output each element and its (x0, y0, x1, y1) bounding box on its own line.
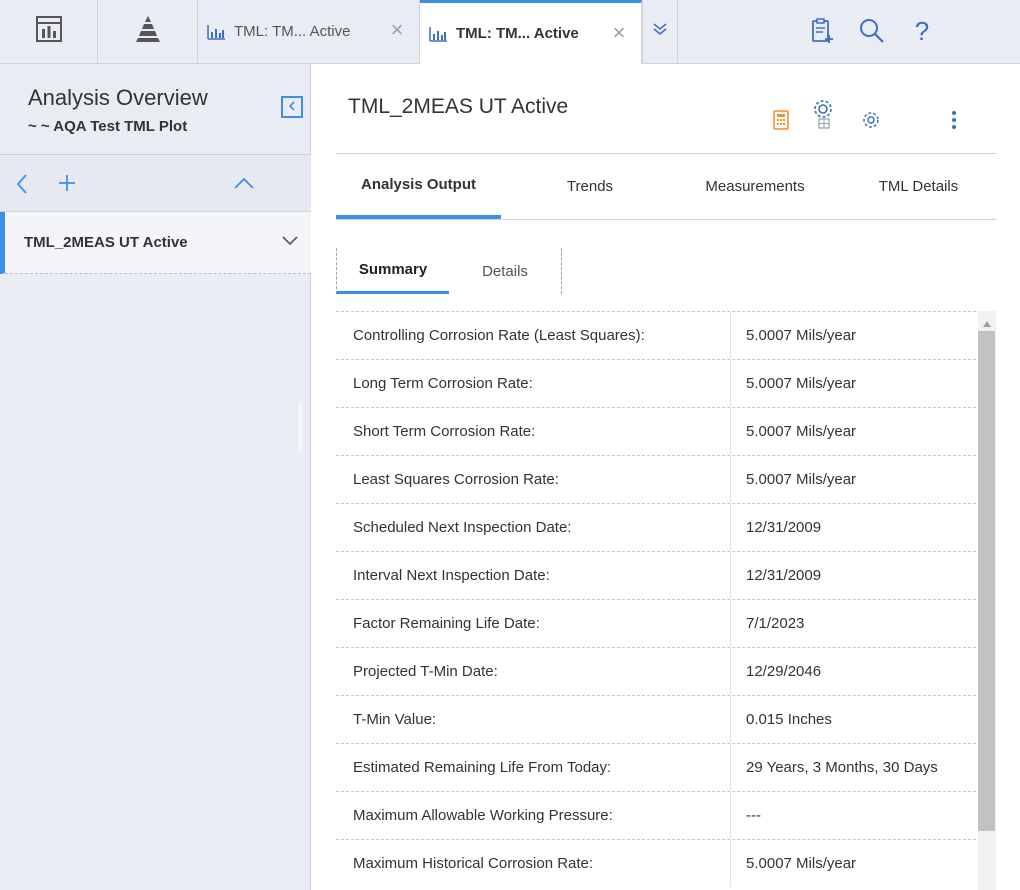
dashboard-icon (35, 15, 63, 48)
top-bar: TML: TM... Active × TML: TM... Active × … (0, 0, 1020, 64)
row-value: 5.0007 Mils/year (746, 855, 857, 872)
sidebar-title: Analysis Overview (28, 85, 208, 110)
add-icon[interactable] (57, 173, 77, 198)
tab-label: TML: TM... Active (456, 25, 579, 42)
column-divider (730, 840, 731, 887)
double-chevron-down-icon (652, 21, 668, 42)
search-icon[interactable] (858, 16, 886, 46)
row-label: Maximum Historical Corrosion Rate: (353, 855, 594, 872)
column-divider (730, 648, 731, 695)
table-row: Maximum Historical Corrosion Rate: 5.0007… (336, 839, 976, 887)
row-value: 12/29/2046 (746, 663, 822, 680)
chevron-down-icon[interactable] (281, 234, 301, 252)
column-divider (730, 312, 731, 359)
row-value: 0.015 Inches (746, 711, 832, 728)
scrollbar-thumb[interactable] (978, 331, 995, 831)
column-divider (730, 408, 731, 455)
tab-tml-1[interactable]: TML: TM... Active × (198, 0, 420, 63)
row-value: 5.0007 Mils/year (746, 471, 857, 488)
row-label: Interval Next Inspection Date: (353, 567, 550, 584)
tab-label: TML: TM... Active (234, 23, 351, 40)
calculator-icon[interactable] (772, 110, 790, 130)
collapse-panel-button[interactable] (281, 96, 303, 118)
row-value: 5.0007 Mils/year (746, 423, 857, 440)
page-title: TML_2MEAS UT Active (348, 95, 569, 118)
back-icon[interactable] (14, 173, 30, 200)
table-row: Least Squares Corrosion Rate: 5.0007 Mils… (336, 455, 976, 503)
scroll-up-arrow-icon[interactable] (981, 316, 993, 327)
apps-button[interactable] (98, 0, 198, 63)
table-row: Short Term Corrosion Rate: 5.0007 Mils/ye… (336, 407, 976, 455)
gear-icon[interactable] (862, 111, 880, 129)
help-icon[interactable]: ? (908, 16, 936, 46)
row-label: Least Squares Corrosion Rate: (353, 471, 559, 488)
row-value: 29 Years, 3 Months, 30 Days (746, 759, 938, 776)
close-icon[interactable]: × (387, 19, 407, 41)
sidebar-item-tml[interactable]: TML_2MEAS UT Active (0, 212, 311, 274)
row-value: 5.0007 Mils/year (746, 375, 857, 392)
table-row: Interval Next Inspection Date: 12/31/2009 (336, 551, 976, 599)
tab-overflow-button[interactable] (642, 0, 678, 63)
table-row: Projected T-Min Date: 12/29/2046 (336, 647, 976, 695)
column-divider (730, 792, 731, 839)
tab-tml-2[interactable]: TML: TM... Active × (420, 0, 642, 64)
table-row: Scheduled Next Inspection Date: 12/31/200… (336, 503, 976, 551)
table-row: Estimated Remaining Life From Today: 29 Y… (336, 743, 976, 791)
row-label: Projected T-Min Date: (353, 663, 498, 680)
tab-details[interactable]: Details (449, 248, 562, 294)
column-divider (730, 456, 731, 503)
summary-table: Controlling Corrosion Rate (Least Square… (336, 311, 976, 890)
row-value: 7/1/2023 (746, 615, 805, 632)
sidebar-toolbar (0, 154, 311, 212)
column-divider (730, 360, 731, 407)
sidebar-subtitle: ~ ~ AQA Test TML Plot (28, 118, 188, 135)
table-row: Controlling Corrosion Rate (Least Square… (336, 311, 976, 359)
row-value: 5.0007 Mils/year (746, 327, 857, 344)
left-panel: Analysis Overview ~ ~ AQA Test TML Plot … (0, 64, 311, 890)
table-row: Maximum Allowable Working Pressure: --- (336, 791, 976, 839)
tab-measurements[interactable]: Measurements (679, 154, 831, 219)
panel-resize-handle[interactable] (298, 403, 303, 451)
table-row: T-Min Value: 0.015 Inches (336, 695, 976, 743)
table-row: Long Term Corrosion Rate: 5.0007 Mils/yea… (336, 359, 976, 407)
row-value: 12/31/2009 (746, 519, 822, 536)
dashboard-button[interactable] (0, 0, 98, 63)
close-icon[interactable]: × (609, 22, 629, 44)
row-label: Controlling Corrosion Rate (Least Square… (353, 327, 645, 344)
column-divider (730, 600, 731, 647)
sidebar-item-label: TML_2MEAS UT Active (24, 234, 188, 251)
row-value: 12/31/2009 (746, 567, 822, 584)
chart-icon (206, 22, 226, 42)
column-divider (730, 696, 731, 743)
chevron-left-icon (287, 98, 297, 116)
row-label: Estimated Remaining Life From Today: (353, 759, 612, 776)
column-divider (730, 744, 731, 791)
tab-tml-details[interactable]: TML Details (831, 154, 1006, 219)
row-label: Short Term Corrosion Rate: (353, 423, 536, 440)
clipboard-add-icon[interactable] (808, 16, 836, 46)
main-tabs: Analysis Output Trends Measurements TML … (336, 154, 996, 220)
tab-analysis-output[interactable]: Analysis Output (336, 154, 501, 219)
chevron-up-icon[interactable] (233, 176, 255, 195)
tab-summary[interactable]: Summary (336, 248, 449, 294)
tab-trends[interactable]: Trends (501, 154, 679, 219)
pyramid-icon (133, 14, 163, 49)
more-options-icon[interactable] (948, 110, 960, 130)
row-label: T-Min Value: (353, 711, 437, 728)
row-value: --- (746, 807, 761, 824)
column-divider (730, 504, 731, 551)
row-label: Maximum Allowable Working Pressure: (353, 807, 613, 824)
column-divider (730, 552, 731, 599)
row-label: Factor Remaining Life Date: (353, 615, 540, 632)
chart-icon (428, 24, 448, 44)
gear-grid-icon[interactable] (810, 99, 836, 131)
row-label: Scheduled Next Inspection Date: (353, 519, 572, 536)
table-row: Factor Remaining Life Date: 7/1/2023 (336, 599, 976, 647)
row-label: Long Term Corrosion Rate: (353, 375, 533, 392)
